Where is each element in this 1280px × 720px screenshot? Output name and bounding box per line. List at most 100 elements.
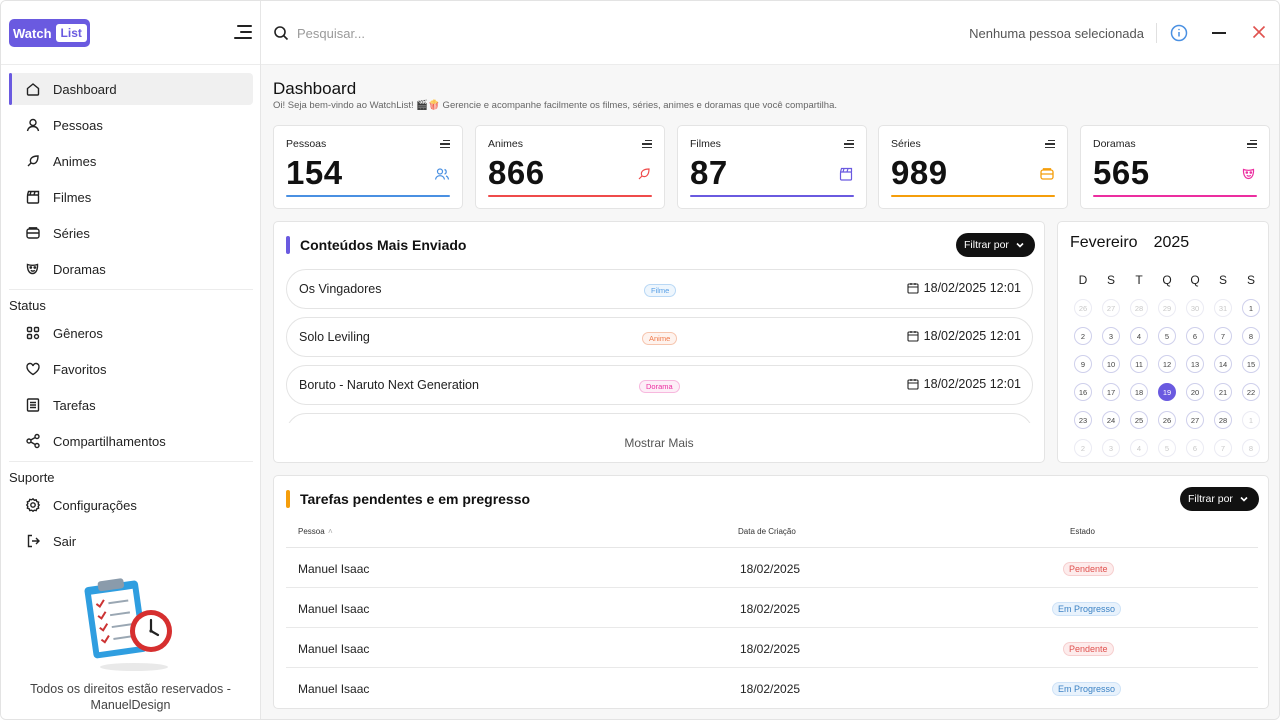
- calendar-day[interactable]: 25: [1130, 411, 1148, 429]
- sort-icon[interactable]: ˄: [328, 527, 333, 536]
- list-item[interactable]: [286, 413, 1033, 423]
- sidebar-item-tarefas[interactable]: Tarefas: [9, 389, 253, 421]
- close-icon[interactable]: [1252, 25, 1266, 39]
- search-input[interactable]: [297, 23, 597, 43]
- sidebar-item-dashboard[interactable]: Dashboard: [9, 73, 253, 105]
- sidebar-item-pessoas[interactable]: Pessoas: [9, 109, 253, 141]
- stat-card-doramas[interactable]: Doramas 565: [1080, 125, 1270, 209]
- calendar-day[interactable]: 8: [1242, 327, 1260, 345]
- people-icon: [434, 168, 450, 180]
- status-badge: Em Progresso: [1052, 602, 1122, 616]
- calendar-day[interactable]: 29: [1158, 299, 1176, 317]
- stat-card-pessoas[interactable]: Pessoas 154: [273, 125, 463, 209]
- sidebar-item-filmes[interactable]: Filmes: [9, 181, 253, 213]
- calendar-day[interactable]: 21: [1214, 383, 1232, 401]
- calendar-day[interactable]: 20: [1186, 383, 1204, 401]
- list-item[interactable]: Os Vingadores Filme 18/02/2025 12:01: [286, 269, 1033, 309]
- menu-toggle-icon[interactable]: [234, 25, 252, 41]
- list-item[interactable]: Boruto - Naruto Next Generation Dorama 1…: [286, 365, 1033, 405]
- sidebar-item-configuracoes[interactable]: Configurações: [9, 489, 253, 521]
- stat-card-series[interactable]: Séries 989: [878, 125, 1068, 209]
- stat-card-filmes[interactable]: Filmes 87: [677, 125, 867, 209]
- more-icon[interactable]: [642, 140, 652, 150]
- calendar-day[interactable]: 12: [1158, 355, 1176, 373]
- calendar-day[interactable]: 7: [1214, 439, 1232, 457]
- calendar-year[interactable]: 2025: [1154, 234, 1190, 251]
- calendar-day[interactable]: 1: [1242, 299, 1260, 317]
- calendar-day[interactable]: 3: [1102, 439, 1120, 457]
- table-row[interactable]: Manuel Isaac 18/02/2025 Pendente: [286, 628, 1258, 668]
- calendar-day[interactable]: 5: [1158, 439, 1176, 457]
- calendar-day[interactable]: 10: [1102, 355, 1120, 373]
- calendar-day[interactable]: 15: [1242, 355, 1260, 373]
- calendar-day[interactable]: 22: [1242, 383, 1260, 401]
- calendar-day[interactable]: 31: [1214, 299, 1232, 317]
- calendar-day[interactable]: 5: [1158, 327, 1176, 345]
- calendar-day[interactable]: 11: [1130, 355, 1148, 373]
- stat-bar: [286, 195, 450, 197]
- filter-button[interactable]: Filtrar por: [956, 233, 1035, 257]
- sidebar-item-compartilhamentos[interactable]: Compartilhamentos: [9, 425, 253, 457]
- more-icon[interactable]: [1045, 140, 1055, 150]
- calendar-day[interactable]: 18: [1130, 383, 1148, 401]
- calendar-day[interactable]: 23: [1074, 411, 1092, 429]
- calendar-month[interactable]: Fevereiro: [1070, 234, 1138, 251]
- sidebar-item-series[interactable]: Séries: [9, 217, 253, 249]
- calendar-cell: 7: [1209, 439, 1237, 457]
- sidebar-item-doramas[interactable]: Doramas: [9, 253, 253, 285]
- sidebar-item-sair[interactable]: Sair: [9, 525, 253, 557]
- calendar-cell: 8: [1237, 439, 1265, 457]
- calendar-day[interactable]: 6: [1186, 439, 1204, 457]
- calendar-day[interactable]: 14: [1214, 355, 1232, 373]
- app-logo[interactable]: Watch List: [9, 19, 90, 47]
- minimize-icon[interactable]: [1212, 32, 1226, 34]
- content-date: 18/02/2025 12:01: [907, 281, 1021, 295]
- sidebar-item-favoritos[interactable]: Favoritos: [9, 353, 253, 385]
- stat-card-animes[interactable]: Animes 866: [475, 125, 665, 209]
- calendar-day[interactable]: 28: [1214, 411, 1232, 429]
- calendar-day[interactable]: 7: [1214, 327, 1232, 345]
- selected-person-status[interactable]: Nenhuma pessoa selecionada: [969, 26, 1144, 41]
- list-item[interactable]: Solo Leviling Anime 18/02/2025 12:01: [286, 317, 1033, 357]
- calendar-day[interactable]: 3: [1102, 327, 1120, 345]
- more-icon[interactable]: [844, 140, 854, 150]
- table-row[interactable]: Manuel Isaac 18/02/2025 Em Progresso: [286, 588, 1258, 628]
- calendar-day[interactable]: 27: [1102, 299, 1120, 317]
- column-header-estado[interactable]: Estado: [1070, 527, 1095, 536]
- show-more-button[interactable]: Mostrar Mais: [274, 436, 1044, 450]
- calendar-day[interactable]: 2: [1074, 327, 1092, 345]
- content-name: Solo Leviling: [299, 330, 370, 344]
- sidebar-item-generos[interactable]: Gêneros: [9, 317, 253, 349]
- filter-button[interactable]: Filtrar por: [1180, 487, 1259, 511]
- calendar-day[interactable]: 26: [1158, 411, 1176, 429]
- table-row[interactable]: Manuel Isaac 18/02/2025 Pendente: [286, 548, 1258, 588]
- calendar-day[interactable]: 13: [1186, 355, 1204, 373]
- sidebar-item-animes[interactable]: Animes: [9, 145, 253, 177]
- calendar-day[interactable]: 1: [1242, 411, 1260, 429]
- calendar-cell: 4: [1125, 327, 1153, 345]
- sidebar-item-label: Tarefas: [53, 397, 96, 413]
- column-header-pessoa[interactable]: Pessoa: [298, 527, 325, 536]
- calendar-day[interactable]: 26: [1074, 299, 1092, 317]
- calendar-cell: 7: [1209, 327, 1237, 345]
- mask-icon: [1242, 168, 1255, 180]
- calendar-day[interactable]: 8: [1242, 439, 1260, 457]
- calendar-day[interactable]: 19: [1158, 383, 1176, 401]
- calendar-day[interactable]: 6: [1186, 327, 1204, 345]
- more-icon[interactable]: [1247, 140, 1257, 150]
- more-icon[interactable]: [440, 140, 450, 150]
- info-icon[interactable]: [1170, 24, 1188, 42]
- column-header-data[interactable]: Data de Criação: [738, 527, 796, 536]
- calendar-day[interactable]: 17: [1102, 383, 1120, 401]
- calendar-cell: 6: [1181, 439, 1209, 457]
- table-row[interactable]: Manuel Isaac 18/02/2025 Em Progresso: [286, 668, 1258, 708]
- calendar-day[interactable]: 4: [1130, 439, 1148, 457]
- calendar-day[interactable]: 27: [1186, 411, 1204, 429]
- calendar-day[interactable]: 30: [1186, 299, 1204, 317]
- calendar-day[interactable]: 9: [1074, 355, 1092, 373]
- calendar-day[interactable]: 28: [1130, 299, 1148, 317]
- calendar-day[interactable]: 24: [1102, 411, 1120, 429]
- calendar-day[interactable]: 16: [1074, 383, 1092, 401]
- calendar-day[interactable]: 4: [1130, 327, 1148, 345]
- calendar-day[interactable]: 2: [1074, 439, 1092, 457]
